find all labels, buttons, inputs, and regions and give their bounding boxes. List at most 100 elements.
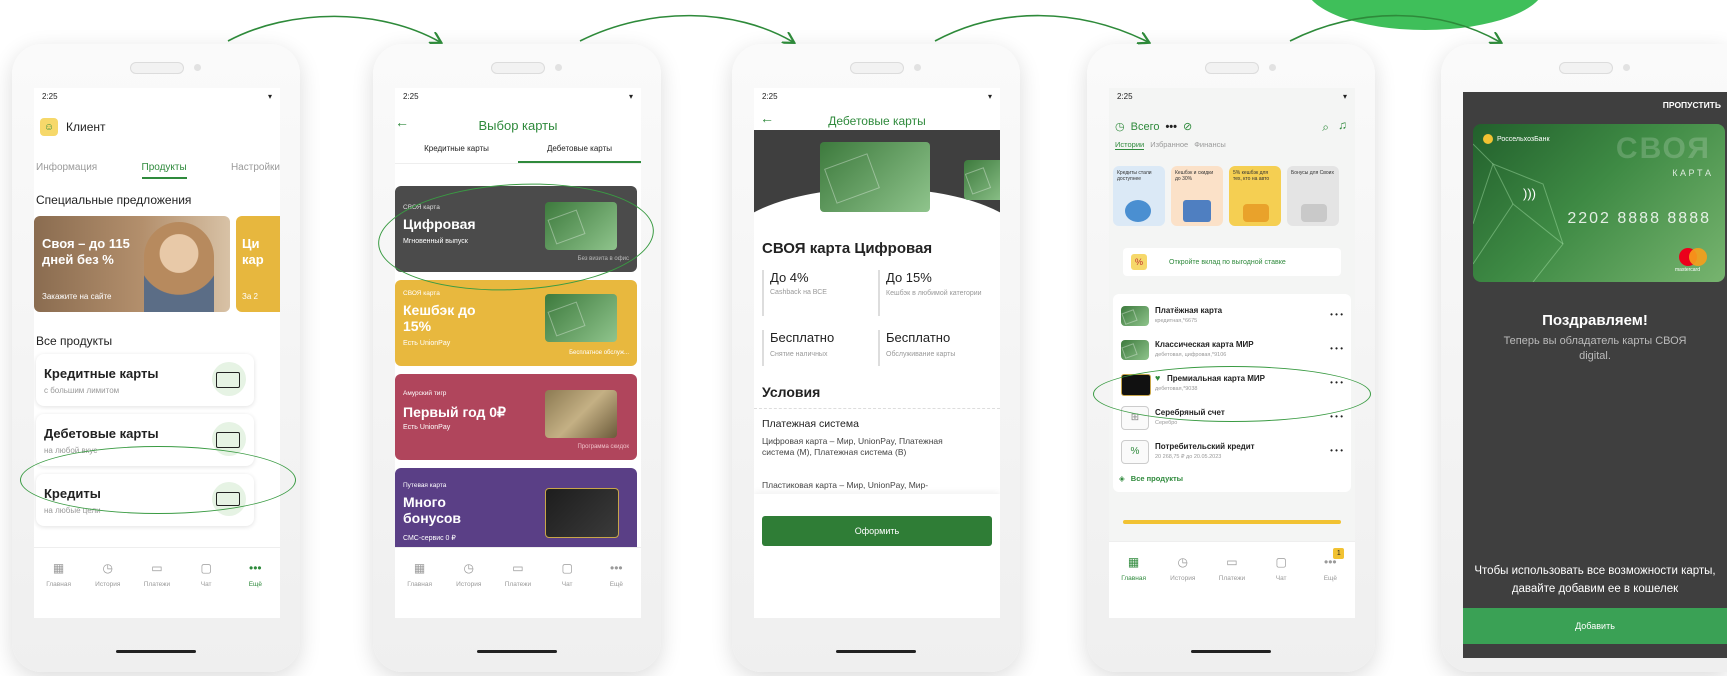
feature-value: Бесплатно xyxy=(770,330,835,345)
product-title: Серебряный счет xyxy=(1155,408,1225,417)
offer-subtitle: Есть UnionPay xyxy=(403,340,451,347)
card-hero xyxy=(754,130,1000,308)
card-type-tabs: Кредитные карты Дебетовые карты xyxy=(395,144,641,164)
tab-payments[interactable]: ▭ Платежи xyxy=(1210,554,1254,582)
card-offer-digital[interactable]: СВОЯ карта Цифровая Мгновенный выпуск Бе… xyxy=(395,186,637,272)
tab-debit-cards[interactable]: Дебетовые карты xyxy=(518,144,641,163)
search-icon[interactable]: ⌕ xyxy=(1322,120,1329,135)
speaker xyxy=(1205,62,1259,74)
product-sub: Серебро xyxy=(1155,420,1178,426)
story-image xyxy=(1125,200,1151,222)
tab-home[interactable]: ▦ Главная xyxy=(37,560,81,588)
brand-text: СВОЯ xyxy=(1615,132,1711,165)
total-label[interactable]: Всего xyxy=(1131,121,1160,133)
all-products-link[interactable]: ◈ Все продукты xyxy=(1119,474,1183,483)
more-options-button[interactable]: • • • xyxy=(1330,344,1343,353)
product-row[interactable]: Платёжная карта кредитная,*6675 • • • xyxy=(1113,304,1351,332)
product-row[interactable]: % Потребительский кредит 20 268,75 ₽ до … xyxy=(1113,440,1351,468)
screen-card-choice: 2:25 ▾ ← Выбор карты Кредитные карты Дебе… xyxy=(395,88,641,618)
layers-icon: ◈ xyxy=(1119,474,1125,483)
hide-eye-icon[interactable]: ⊘ xyxy=(1183,120,1192,133)
tab-products[interactable]: Продукты xyxy=(141,162,187,179)
clock-icon: ◷ xyxy=(102,561,114,575)
tab-payments[interactable]: ▭ Платежи xyxy=(496,560,540,588)
apply-button[interactable]: Оформить xyxy=(762,516,992,546)
story-auto[interactable]: 5% кешбэк для тех, кто на авто xyxy=(1229,166,1281,226)
tab-home[interactable]: ▦ Главная xyxy=(1112,554,1156,582)
card-number: 2202 8888 8888 xyxy=(1567,210,1711,227)
story-credits[interactable]: Кредиты стали доступнее xyxy=(1113,166,1165,226)
tab-info[interactable]: Информация xyxy=(36,162,97,179)
story-image xyxy=(1183,200,1211,222)
product-row[interactable]: ♥ Премиальная карта МИР дебетовая,*9038 … xyxy=(1113,372,1351,400)
client-header[interactable]: ☺ Клиент xyxy=(40,118,106,136)
tab-chat[interactable]: ▢ Чат xyxy=(1259,554,1303,582)
phone-congrats: ПРОПУСТИТЬ РоссельхозБанк СВОЯ К А Р Т А… xyxy=(1441,44,1727,672)
tab-history[interactable]: ◷ История xyxy=(86,560,130,588)
tab-chat[interactable]: ▢ Чат xyxy=(184,560,228,588)
offer-note: Программа скидок xyxy=(577,444,629,450)
feature-service: Бесплатно Обслуживание карты xyxy=(878,330,996,366)
story-bonus[interactable]: Бонусы для Своих xyxy=(1287,166,1339,226)
profile-tabs: Информация Продукты Настройки xyxy=(36,162,280,179)
feature-value: До 4% xyxy=(770,270,809,285)
grid-icon: ▦ xyxy=(413,561,426,575)
card-offer-travel[interactable]: Путевая карта Много бонусов СМС-сервис 0… xyxy=(395,468,637,554)
more-dots-icon[interactable]: ••• xyxy=(1165,121,1177,133)
product-debit-cards[interactable]: Дебетовые карты на любой вкус xyxy=(36,414,254,466)
deposit-banner[interactable]: % Откройте вклад по выгодной ставке xyxy=(1123,248,1341,276)
tab-favorites[interactable]: Избранное xyxy=(1150,140,1188,150)
tab-home[interactable]: ▦ Главная xyxy=(398,560,442,588)
card-thumb-black xyxy=(1121,374,1151,396)
add-button[interactable]: Добавить xyxy=(1463,608,1727,644)
card-offer-tiger[interactable]: Амурский тигр Первый год 0₽ Есть UnionPa… xyxy=(395,374,637,460)
virtual-card: РоссельхозБанк СВОЯ К А Р Т А ))) 2202 8… xyxy=(1473,124,1725,282)
product-row[interactable]: ⊞ Серебряный счет Серебро • • • xyxy=(1113,406,1351,434)
more-options-button[interactable]: • • • xyxy=(1330,412,1343,421)
bell-icon[interactable]: ♫ xyxy=(1338,118,1347,132)
skip-button[interactable]: ПРОПУСТИТЬ xyxy=(1663,100,1721,110)
product-row[interactable]: Классическая карта МИР дебетовая, цифров… xyxy=(1113,338,1351,366)
card-image-next xyxy=(964,160,1000,200)
card-image xyxy=(545,202,617,250)
product-credit-cards[interactable]: Кредитные карты с большим лимитом xyxy=(36,354,254,406)
page-title: Выбор карты xyxy=(478,118,558,133)
product-loans[interactable]: Кредиты на любые цели xyxy=(36,474,254,526)
story-image xyxy=(1243,204,1269,222)
card-offer-cashback[interactable]: СВОЯ карта Кешбэк до 15% Есть UnionPay Б… xyxy=(395,280,637,366)
tab-stories[interactable]: Истории xyxy=(1115,140,1145,150)
offer-kicker: Амурский тигр xyxy=(403,390,447,397)
tab-settings[interactable]: Настройки xyxy=(231,162,280,179)
more-icon: ••• xyxy=(249,561,262,575)
bank-logo: РоссельхозБанк xyxy=(1483,134,1550,144)
bottom-tabbar: ▦ Главная ◷ История ▭ Платежи ▢ Чат ••• Ещё 1 xyxy=(1109,541,1355,618)
tab-more[interactable]: ••• Ещё 1 xyxy=(1308,548,1352,582)
flow-arrow-2 xyxy=(579,14,793,42)
tab-history[interactable]: ◷ История xyxy=(1161,554,1205,582)
camera xyxy=(555,64,562,71)
story-cashback[interactable]: Кешбэк и скидки до 30% xyxy=(1171,166,1223,226)
main-tabs: Истории Избранное Финансы xyxy=(1115,140,1226,150)
promo-card[interactable]: Своя – до 115 дней без % Закажите на сай… xyxy=(34,216,230,312)
more-options-button[interactable]: • • • xyxy=(1330,378,1343,387)
tab-more[interactable]: ••• Ещё xyxy=(594,560,638,588)
card-image xyxy=(545,294,617,342)
tab-chat[interactable]: ▢ Чат xyxy=(545,560,589,588)
tab-credit-cards[interactable]: Кредитные карты xyxy=(395,144,518,163)
clock-icon: ◷ xyxy=(1115,121,1125,133)
more-options-button[interactable]: • • • xyxy=(1330,446,1343,455)
speaker xyxy=(1559,62,1613,74)
card-thumb xyxy=(1121,306,1149,326)
more-options-button[interactable]: • • • xyxy=(1330,310,1343,319)
tab-more[interactable]: ••• Ещё xyxy=(233,560,277,588)
promo-card-2[interactable]: Ци кар За 2 xyxy=(236,216,280,312)
screen-main: 2:25 ▾ ◷ Всего ••• ⊘ ⌕ ♫ Истории Избранно… xyxy=(1109,88,1355,618)
tab-history[interactable]: ◷ История xyxy=(447,560,491,588)
tab-finance[interactable]: Финансы xyxy=(1194,140,1226,150)
tab-payments[interactable]: ▭ Платежи xyxy=(135,560,179,588)
promo2-subtitle: За 2 xyxy=(242,292,258,301)
product-title: Платёжная карта xyxy=(1155,306,1223,315)
home-indicator xyxy=(116,650,196,653)
divider xyxy=(754,408,1000,409)
product-title: Дебетовые карты xyxy=(44,426,159,441)
